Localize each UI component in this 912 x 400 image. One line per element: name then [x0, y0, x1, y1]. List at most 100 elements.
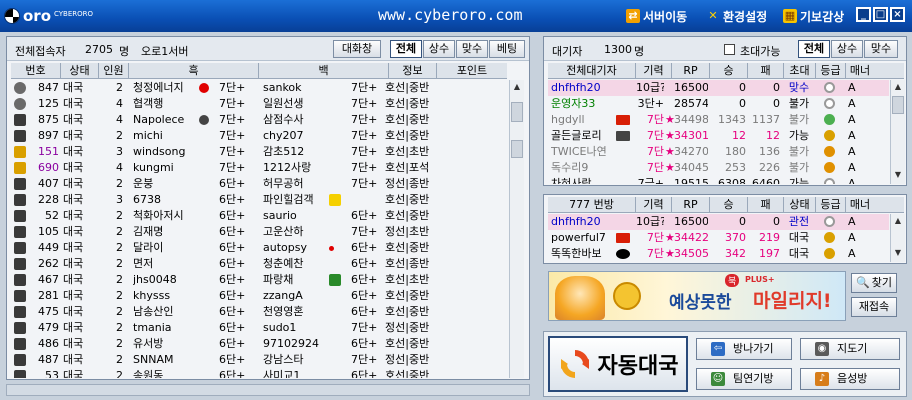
wcol-lose[interactable]: 패 [748, 63, 784, 78]
room-scroll-down-icon[interactable]: ▼ [893, 248, 903, 260]
rcol-state[interactable]: 상태 [784, 197, 816, 212]
tab-betting[interactable]: 베팅 [489, 40, 525, 58]
team-room-button[interactable]: ☺ 팀연기방 [696, 368, 792, 390]
room-scroll-up-icon[interactable]: ▲ [893, 216, 903, 228]
invite-checkbox[interactable] [724, 44, 735, 55]
row-white-rank: 6단+ [351, 305, 378, 318]
player-row[interactable]: 독수리9 7단 ★ 34045 253 226 불가 A [548, 160, 889, 176]
row-number: 407 [38, 177, 59, 190]
waiting-scroll-up-icon[interactable]: ▲ [893, 82, 903, 94]
row-white-player: 일원선생 [263, 97, 304, 110]
tab-higher[interactable]: 상수 [423, 40, 455, 58]
player-row[interactable]: dhfhfh20 10급? 16500 0 0 관전 A [548, 214, 889, 230]
col-status[interactable]: 상태 [61, 63, 99, 78]
auto-match-button[interactable]: 자동대국 [548, 336, 688, 392]
table-row[interactable]: 105 대국 2 김재명 6단+ 고운산하 7단+ 정선|초반 [11, 224, 507, 240]
wcol-manner[interactable]: 매너 [846, 63, 874, 78]
ring-icon [824, 82, 835, 93]
table-row[interactable]: 475 대국 2 남송산인 6단+ 천영영혼 6단+ 호선|중반 [11, 304, 507, 320]
mileage-banner[interactable]: 북 PLUS+ 예상못한 마일리지! [548, 271, 846, 321]
leave-room-button[interactable]: ⇦ 방나가기 [696, 338, 792, 360]
player-rp: 34270 [674, 145, 708, 158]
tutor-button[interactable]: ◉ 지도기 [800, 338, 900, 360]
rcol-rp[interactable]: RP [672, 197, 710, 212]
player-row[interactable]: TWICE나연 7단 ★ 34270 180 136 불가 A [548, 144, 889, 160]
close-button[interactable]: × [890, 7, 905, 22]
player-row[interactable]: hgdyll 7단 ★ 34498 1343 1137 불가 A [548, 112, 889, 128]
menu-settings[interactable]: ✕ 환경설정 [706, 7, 767, 25]
table-row[interactable]: 449 대국 2 달라이 6단+ autopsy 6단+ 호선|중반 [11, 240, 507, 256]
find-button[interactable]: 🔍 찾기 [851, 273, 897, 293]
col-people[interactable]: 인원 [99, 63, 129, 78]
player-row[interactable]: 골든글로리 7단 ★ 34301 12 12 가능 A [548, 128, 889, 144]
reconnect-button[interactable]: 재접속 [851, 297, 897, 317]
table-row[interactable]: 897 대국 2 michi 7단+ chy207 7단+ 호선|중반 [11, 128, 507, 144]
waiting-scroll-down-icon[interactable]: ▼ [893, 170, 903, 182]
rcol-lose[interactable]: 패 [748, 197, 784, 212]
wcol-invite[interactable]: 초대 [784, 63, 816, 78]
rcol-grade[interactable]: 등급 [816, 197, 846, 212]
row-number: 105 [38, 225, 59, 238]
row-white-player: 강남스타 [263, 353, 304, 366]
table-row[interactable]: 486 대국 2 유서방 6단+ 97102924 6단+ 호선|중반 [11, 336, 507, 352]
scroll-up-icon[interactable]: ▲ [512, 82, 522, 94]
table-row[interactable]: 228 대국 3 6738 6단+ 파인힐검객 호선|중반 [11, 192, 507, 208]
rcol-manner[interactable]: 매너 [846, 197, 874, 212]
player-losses: 1137 [752, 113, 780, 126]
menu-server-move[interactable]: ⇄ 서버이동 [626, 7, 687, 25]
table-row[interactable]: 52 대국 2 척화아저시 6단+ saurio 6단+ 호선|중반 [11, 208, 507, 224]
player-row[interactable]: dhfhfh20 10급? 16500 0 0 맞수 A [548, 80, 889, 96]
table-row[interactable]: 847 대국 2 청정에너지 7단+ sankok 7단+ 호선|중반 [11, 80, 507, 96]
table-row[interactable]: 467 대국 2 jhs0048 6단+ 파랑채 6단+ 호선|초반 [11, 272, 507, 288]
tab-all[interactable]: 전체 [390, 40, 422, 58]
col-info[interactable]: 정보 [389, 63, 437, 78]
scroll-thumb[interactable] [511, 102, 523, 122]
row-people: 2 [116, 369, 123, 378]
menu-kibo[interactable]: ▦ 기보감상 [783, 7, 844, 25]
player-row[interactable]: 차혀사랑 7급+ 19515 6308 6460 가능 A [548, 176, 889, 184]
table-row[interactable]: 479 대국 2 tmania 6단+ sudo1 7단+ 정선|중반 [11, 320, 507, 336]
table-row[interactable]: 53 대국 2 송원동 6단+ 사미교1 6단+ 호선|중반 [11, 368, 507, 378]
wcol-rp[interactable]: RP [672, 63, 710, 78]
player-wins: 370 [725, 231, 746, 244]
game-list-scrollbar[interactable]: ▲ [509, 80, 524, 378]
row-black-rank: 6단+ [219, 369, 246, 378]
wcol-name[interactable]: 전체대기자 [548, 63, 636, 78]
tab-equal[interactable]: 맞수 [456, 40, 488, 58]
col-white[interactable]: 백 [259, 63, 389, 78]
waiting-tab-higher[interactable]: 상수 [831, 40, 863, 58]
table-row[interactable]: 125 대국 4 협객행 7단+ 일원선생 7단+ 호선|중반 [11, 96, 507, 112]
tab-chat[interactable]: 대화창 [333, 40, 381, 58]
wcol-grade[interactable]: 등급 [816, 63, 846, 78]
waiting-tab-all[interactable]: 전체 [798, 40, 830, 58]
table-row[interactable]: 407 대국 2 운붕 6단+ 허무공허 7단+ 정선|종반 [11, 176, 507, 192]
col-black[interactable]: 흑 [129, 63, 259, 78]
lock-icon [14, 178, 26, 190]
minimize-button[interactable]: _ [856, 7, 871, 22]
rcol-win[interactable]: 승 [710, 197, 748, 212]
wcol-rank[interactable]: 기력 [636, 63, 672, 78]
table-row[interactable]: 262 대국 2 면저 6단+ 청춘예찬 6단+ 호선|종반 [11, 256, 507, 272]
player-row[interactable]: 똑똑한바보 7단 ★ 34505 342 197 대국 A [548, 246, 889, 262]
table-row[interactable]: 487 대국 2 SNNAM 6단+ 강남스타 7단+ 정선|중반 [11, 352, 507, 368]
table-row[interactable]: 690 대국 4 kungmi 7단+ 1212사랑 7단+ 호선|포석 [11, 160, 507, 176]
waiting-scrollbar[interactable]: ▲ ▼ [890, 80, 905, 184]
player-row[interactable]: 운영자33 3단+ 28574 0 0 불가 A [548, 96, 889, 112]
col-point[interactable]: 포인트 [437, 63, 507, 78]
waiting-scroll-thumb[interactable] [892, 96, 904, 114]
table-row[interactable]: 281 대국 2 khysss 6단+ zzangA 6단+ 호선|중반 [11, 288, 507, 304]
rcol-rank[interactable]: 기력 [636, 197, 672, 212]
scroll-thumb-2[interactable] [511, 140, 523, 158]
table-row[interactable]: 875 대국 4 Napolece 7단+ 삼점수사 7단+ 호선|중반 [11, 112, 507, 128]
room-scrollbar[interactable]: ▲ ▼ [890, 214, 905, 262]
table-row[interactable]: 151 대국 3 windsong 7단+ 감초512 7단+ 호선|초반 [11, 144, 507, 160]
player-row[interactable]: powerful7 7단 ★ 34422 370 219 대국 A [548, 230, 889, 246]
col-number[interactable]: 번호 [11, 63, 61, 78]
row-people: 2 [116, 209, 123, 222]
wcol-win[interactable]: 승 [710, 63, 748, 78]
waiting-tab-equal[interactable]: 맞수 [864, 40, 898, 58]
row-status: 대국 [63, 225, 84, 238]
maximize-button[interactable]: □ [873, 7, 888, 22]
row-people: 2 [116, 289, 123, 302]
voice-room-button[interactable]: ♪ 음성방 [800, 368, 900, 390]
